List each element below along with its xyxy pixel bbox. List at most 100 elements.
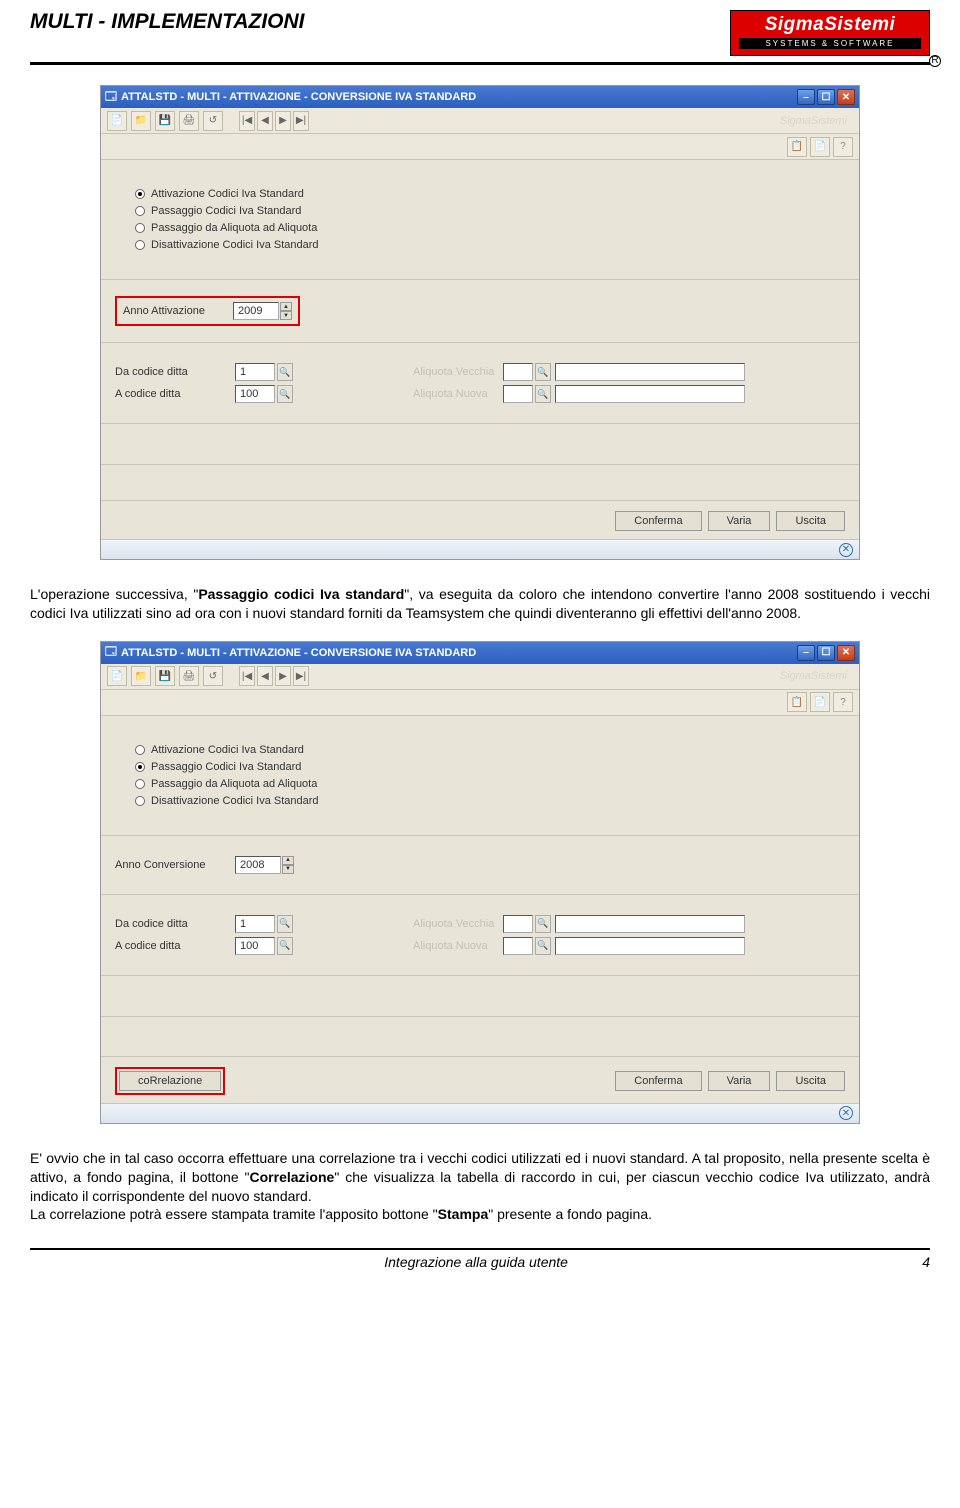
- anno-conversione-input[interactable]: 2008: [235, 856, 281, 874]
- close-strip-icon[interactable]: ✕: [839, 543, 853, 557]
- toolbar-sec-icon-1[interactable]: 📋: [787, 692, 807, 712]
- toolbar-icon-4[interactable]: 🖨: [179, 111, 199, 131]
- spin-down-icon[interactable]: ▼: [282, 865, 294, 874]
- toolbar-icon-2[interactable]: 📁: [131, 666, 151, 686]
- close-button[interactable]: ✕: [837, 645, 855, 661]
- aliquota-nuova-code-input[interactable]: [503, 937, 533, 955]
- toolbar-sec-icon-1[interactable]: 📋: [787, 137, 807, 157]
- search-icon[interactable]: 🔍: [535, 937, 551, 955]
- conferma-button[interactable]: Conferma: [615, 1071, 701, 1091]
- aliquota-vecchia-label: Aliquota Vecchia: [413, 366, 503, 378]
- spin-up-icon[interactable]: ▲: [282, 856, 294, 865]
- toolbar-sec-icon-3[interactable]: ?: [833, 137, 853, 157]
- toolbar-sec-icon-2[interactable]: 📄: [810, 137, 830, 157]
- uscita-button[interactable]: Uscita: [776, 511, 845, 531]
- radio-disattivazione[interactable]: Disattivazione Codici Iva Standard: [135, 795, 845, 807]
- correlazione-button[interactable]: coRrelazione: [119, 1071, 221, 1091]
- logo-sub: SYSTEMS & SOFTWARE: [739, 38, 921, 49]
- toolbar-icon-5[interactable]: ↺: [203, 111, 223, 131]
- nav-prev-icon[interactable]: ◀: [257, 666, 273, 686]
- nav-last-icon[interactable]: ▶|: [293, 111, 309, 131]
- titlebar-app-icon: 🗔: [105, 643, 117, 662]
- close-strip-icon[interactable]: ✕: [839, 1106, 853, 1120]
- radio-icon: [135, 223, 145, 233]
- maximize-button[interactable]: ☐: [817, 89, 835, 105]
- minimize-button[interactable]: –: [797, 645, 815, 661]
- da-codice-label: Da codice ditta: [115, 366, 235, 378]
- radio-label: Passaggio da Aliquota ad Aliquota: [151, 778, 317, 790]
- toolbar-brand-watermark: SigmaSistemi: [780, 670, 853, 682]
- aliquota-vecchia-code-input[interactable]: [503, 363, 533, 381]
- spin-up-icon[interactable]: ▲: [280, 302, 292, 311]
- spin-down-icon[interactable]: ▼: [280, 311, 292, 320]
- toolbar-icon-1[interactable]: 📄: [107, 666, 127, 686]
- nav-prev-icon[interactable]: ◀: [257, 111, 273, 131]
- a-codice-label: A codice ditta: [115, 940, 235, 952]
- search-icon[interactable]: 🔍: [535, 915, 551, 933]
- aliquota-vecchia-desc-input[interactable]: [555, 915, 745, 933]
- conferma-button[interactable]: Conferma: [615, 511, 701, 531]
- uscita-button[interactable]: Uscita: [776, 1071, 845, 1091]
- toolbar-sec-icon-3[interactable]: ?: [833, 692, 853, 712]
- nav-last-icon[interactable]: ▶|: [293, 666, 309, 686]
- search-icon[interactable]: 🔍: [277, 385, 293, 403]
- da-codice-label: Da codice ditta: [115, 918, 235, 930]
- da-codice-input[interactable]: 1: [235, 915, 275, 933]
- nav-next-icon[interactable]: ▶: [275, 111, 291, 131]
- toolbar-secondary: 📋 📄 ?: [101, 690, 859, 716]
- radio-passaggio-aliquota[interactable]: Passaggio da Aliquota ad Aliquota: [135, 778, 845, 790]
- search-icon[interactable]: 🔍: [277, 937, 293, 955]
- da-codice-input[interactable]: 1: [235, 363, 275, 381]
- paragraph-1: L'operazione successiva, "Passaggio codi…: [0, 585, 960, 623]
- a-codice-input[interactable]: 100: [235, 937, 275, 955]
- toolbar-icon-1[interactable]: 📄: [107, 111, 127, 131]
- search-icon[interactable]: 🔍: [535, 385, 551, 403]
- radio-passaggio-aliquota[interactable]: Passaggio da Aliquota ad Aliquota: [135, 222, 845, 234]
- radio-icon: [135, 189, 145, 199]
- titlebar: 🗔 ATTALSTD - MULTI - ATTIVAZIONE - CONVE…: [101, 86, 859, 108]
- aliquota-vecchia-desc-input[interactable]: [555, 363, 745, 381]
- header-divider: [30, 62, 930, 65]
- nav-next-icon[interactable]: ▶: [275, 666, 291, 686]
- radio-label: Attivazione Codici Iva Standard: [151, 744, 304, 756]
- search-icon[interactable]: 🔍: [277, 363, 293, 381]
- varia-button[interactable]: Varia: [708, 511, 771, 531]
- toolbar-icon-5[interactable]: ↺: [203, 666, 223, 686]
- aliquota-nuova-label: Aliquota Nuova: [413, 388, 503, 400]
- a-codice-input[interactable]: 100: [235, 385, 275, 403]
- toolbar-icon-4[interactable]: 🖨: [179, 666, 199, 686]
- paragraph-2: E' ovvio che in tal caso occorra effettu…: [0, 1149, 960, 1225]
- toolbar-icon-2[interactable]: 📁: [131, 111, 151, 131]
- page-title: MULTI - IMPLEMENTAZIONI: [30, 10, 305, 34]
- radio-icon: [135, 779, 145, 789]
- anno-conversione-label: Anno Conversione: [115, 859, 235, 871]
- toolbar-icon-3[interactable]: 💾: [155, 666, 175, 686]
- toolbar-icon-3[interactable]: 💾: [155, 111, 175, 131]
- radio-disattivazione[interactable]: Disattivazione Codici Iva Standard: [135, 239, 845, 251]
- footer-divider: [30, 1248, 930, 1250]
- radio-attivazione[interactable]: Attivazione Codici Iva Standard: [135, 744, 845, 756]
- search-icon[interactable]: 🔍: [535, 363, 551, 381]
- nav-first-icon[interactable]: |◀: [239, 111, 255, 131]
- search-icon[interactable]: 🔍: [277, 915, 293, 933]
- radio-passaggio-codici[interactable]: Passaggio Codici Iva Standard: [135, 205, 845, 217]
- radio-attivazione[interactable]: Attivazione Codici Iva Standard: [135, 188, 845, 200]
- toolbar-sec-icon-2[interactable]: 📄: [810, 692, 830, 712]
- varia-button[interactable]: Varia: [708, 1071, 771, 1091]
- minimize-button[interactable]: –: [797, 89, 815, 105]
- toolbar: 📄 📁 💾 🖨 ↺ |◀ ◀ ▶ ▶| SigmaSistemi: [101, 664, 859, 690]
- aliquota-nuova-label: Aliquota Nuova: [413, 940, 503, 952]
- aliquota-nuova-desc-input[interactable]: [555, 385, 745, 403]
- radio-label: Passaggio Codici Iva Standard: [151, 205, 301, 217]
- close-button[interactable]: ✕: [837, 89, 855, 105]
- radio-icon: [135, 240, 145, 250]
- radio-passaggio-codici[interactable]: Passaggio Codici Iva Standard: [135, 761, 845, 773]
- nav-first-icon[interactable]: |◀: [239, 666, 255, 686]
- radio-icon: [135, 796, 145, 806]
- titlebar: 🗔 ATTALSTD - MULTI - ATTIVAZIONE - CONVE…: [101, 642, 859, 664]
- maximize-button[interactable]: ☐: [817, 645, 835, 661]
- aliquota-vecchia-code-input[interactable]: [503, 915, 533, 933]
- anno-attivazione-input[interactable]: 2009: [233, 302, 279, 320]
- aliquota-nuova-code-input[interactable]: [503, 385, 533, 403]
- aliquota-nuova-desc-input[interactable]: [555, 937, 745, 955]
